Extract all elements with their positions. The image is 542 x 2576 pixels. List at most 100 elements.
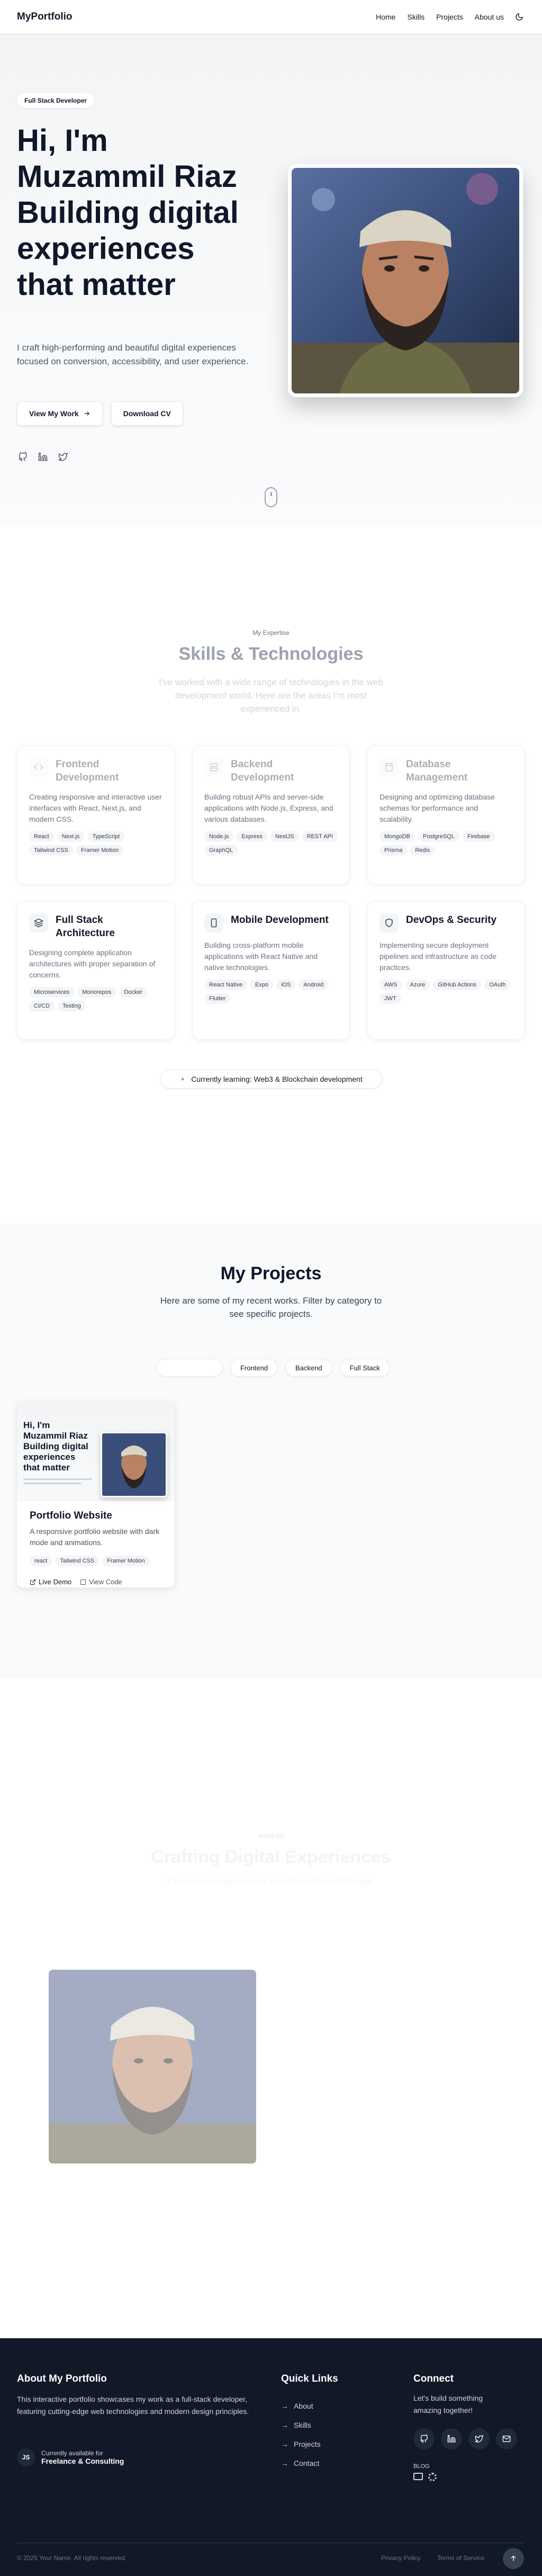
linkedin-icon[interactable] <box>37 451 49 463</box>
twitter-icon[interactable] <box>468 2428 490 2449</box>
tag: React Native <box>204 980 247 990</box>
view-code-link[interactable]: View Code <box>80 1578 122 1586</box>
quick-link-projects[interactable]: → Projects <box>281 2435 321 2454</box>
download-cv-button[interactable]: Download CV <box>111 401 183 426</box>
nav-link-home[interactable]: Home <box>376 13 395 21</box>
filter-all[interactable]: All <box>156 1359 223 1377</box>
quick-link-contact[interactable]: → Contact <box>281 2454 321 2473</box>
tag: AWS <box>380 980 402 990</box>
profile-photo <box>288 164 523 397</box>
mail-icon[interactable] <box>496 2428 517 2449</box>
gear-icon[interactable] <box>428 2473 437 2481</box>
skill-name: DevOps & Security <box>406 914 497 926</box>
code-icon <box>29 758 48 777</box>
project-card[interactable]: Hi, I'm Muzammil Riaz Building digital e… <box>17 1401 175 1587</box>
tag: Docker <box>119 987 148 998</box>
quick-links: → About → Skills → Projects → Contact <box>281 2397 321 2473</box>
skill-name: Frontend Development <box>56 759 119 783</box>
hero-title-line: experiences <box>17 231 195 266</box>
skills-title: Skills & Technologies <box>178 644 364 664</box>
quick-links-title: Quick Links <box>281 2373 338 2384</box>
tag: MongoDB <box>380 831 415 842</box>
skill-description: Designing and optimizing database schema… <box>380 793 495 823</box>
arrow-right-icon: → <box>281 2421 288 2429</box>
layers-icon <box>29 913 48 932</box>
twitter-icon[interactable] <box>57 451 69 463</box>
blog-icon[interactable] <box>413 2473 423 2480</box>
skill-card-backend: Backend Development Building robust APIs… <box>192 746 350 884</box>
project-thumbnail: Hi, I'm Muzammil Riaz Building digital e… <box>17 1401 175 1501</box>
skills-eyebrow: My Expertise <box>252 629 290 636</box>
hero-title-line: Building digital <box>17 195 239 230</box>
tag: Azure <box>405 980 430 990</box>
hero-title-line: Muzammil Riaz <box>17 159 237 194</box>
footer-socials <box>413 2428 517 2449</box>
tag: OAuth <box>484 980 511 990</box>
view-work-button[interactable]: View My Work <box>17 401 103 426</box>
brand-logo[interactable]: MyPortfolio <box>17 11 73 23</box>
external-link-icon <box>30 1579 35 1585</box>
filter-backend[interactable]: Backend <box>285 1359 332 1377</box>
tag: Prisma <box>380 845 408 856</box>
tag: Tailwind CSS <box>55 1556 100 1566</box>
theme-toggle-button[interactable] <box>513 11 525 23</box>
tag: Flutter <box>204 993 231 1004</box>
live-demo-link[interactable]: Live Demo <box>30 1578 71 1586</box>
privacy-link[interactable]: Privacy Policy <box>381 2554 421 2562</box>
arrow-right-icon <box>84 411 89 416</box>
github-icon[interactable] <box>413 2428 435 2449</box>
filter-frontend[interactable]: Frontend <box>230 1359 278 1377</box>
filter-fullstack[interactable]: Full Stack <box>339 1359 390 1377</box>
database-icon <box>380 758 399 777</box>
tag: REST API <box>302 831 338 842</box>
tag: Android <box>299 980 329 990</box>
hero-title-line: that matter <box>17 267 176 302</box>
view-work-label: View My Work <box>29 409 79 418</box>
scroll-indicator[interactable] <box>265 487 277 507</box>
avatar: JS <box>17 2448 35 2466</box>
tag: React <box>29 831 54 842</box>
skill-description: Building cross-platform mobile applicati… <box>204 941 318 972</box>
skill-card-mobile: Mobile Development Building cross-platfo… <box>192 901 350 1040</box>
tag: Microservices <box>29 987 75 998</box>
thumbnail-photo <box>101 1432 167 1497</box>
skill-name: Backend Development <box>231 759 294 783</box>
nav-link-skills[interactable]: Skills <box>407 13 424 21</box>
terms-link[interactable]: Terms of Service <box>437 2554 484 2562</box>
thumbnail-title: Hi, I'm Muzammil Riaz Building digital e… <box>23 1420 88 1473</box>
nav-link-about[interactable]: About us <box>475 13 504 21</box>
copyright: © 2025 Your Name. All rights reserved. <box>17 2554 127 2562</box>
tag: GraphQL <box>204 845 238 856</box>
tag: Next.js <box>57 831 85 842</box>
tag: iOS <box>276 980 296 990</box>
tag: CI/CD <box>29 1001 55 1011</box>
code-icon <box>80 1579 86 1585</box>
connect-title: Connect <box>413 2373 454 2384</box>
skill-description: Designing complete application architect… <box>29 948 156 979</box>
learning-text: Currently learning: Web3 & Blockchain de… <box>191 1075 363 1083</box>
tag: Firebase <box>462 831 495 842</box>
scroll-top-button[interactable] <box>503 2548 524 2569</box>
github-icon[interactable] <box>17 451 29 463</box>
role-badge: Full Stack Developer <box>17 93 95 108</box>
linkedin-icon[interactable] <box>441 2428 462 2449</box>
tag: Framer Motion <box>102 1556 150 1566</box>
tag: JWT <box>380 993 401 1004</box>
projects-subtitle: Here are some of my recent works. Filter… <box>160 1296 382 1319</box>
smartphone-icon <box>204 913 223 932</box>
shield-icon <box>380 913 399 932</box>
tag: PostgreSQL <box>418 831 459 842</box>
about-photo <box>49 1970 256 2164</box>
skill-name: Database Management <box>406 759 468 783</box>
skill-description: Building robust APIs and server-side app… <box>204 793 333 823</box>
availability-label: Currently available for <box>41 2449 103 2457</box>
quick-link-about[interactable]: → About <box>281 2397 321 2416</box>
project-description: A responsive portfolio website with dark… <box>30 1527 160 1547</box>
quick-link-skills[interactable]: → Skills <box>281 2416 321 2435</box>
projects-section: My Projects Here are some of my recent w… <box>0 1223 542 1679</box>
tag: Express <box>237 831 268 842</box>
skill-card-frontend: Frontend Development Creating responsive… <box>17 746 175 884</box>
download-cv-label: Download CV <box>123 409 171 418</box>
projects-title: My Projects <box>220 1263 322 1283</box>
nav-link-projects[interactable]: Projects <box>436 13 463 21</box>
